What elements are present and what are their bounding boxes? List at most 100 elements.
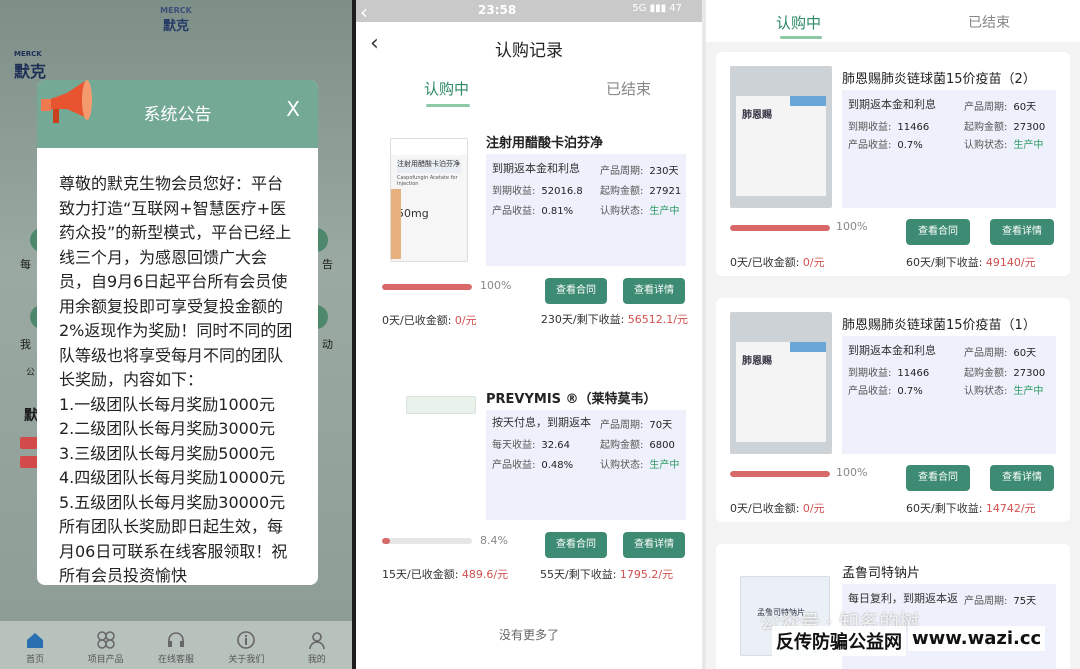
user-icon bbox=[308, 632, 325, 650]
stat-label: 60天/剩下收益: bbox=[906, 502, 983, 515]
tab-underline bbox=[780, 36, 822, 39]
info-value: 0.48% bbox=[541, 460, 574, 471]
tab-ended[interactable]: 已结束 bbox=[606, 78, 651, 99]
product-image: 注射用醋酸卡泊芬净 Caspofungin Acetate for Inject… bbox=[390, 138, 468, 262]
stat-value: 0/元 bbox=[802, 502, 825, 515]
product-card: 注射用醋酸卡泊芬净 Caspofungin Acetate for Inject… bbox=[356, 110, 702, 350]
received-stat: 0天/已收金额: 0/元 bbox=[730, 500, 825, 516]
view-detail-button[interactable]: 查看详情 bbox=[623, 532, 685, 558]
info-value: 11466 bbox=[897, 122, 930, 133]
info-label: 到期收益: bbox=[492, 186, 536, 197]
modal-title: 系统公告 bbox=[143, 105, 212, 125]
close-icon[interactable]: X bbox=[286, 97, 300, 121]
info-value: 0.7% bbox=[897, 140, 923, 151]
info-row1: 每天收益: 32.64 bbox=[492, 436, 570, 451]
info-r3: 认购状态: 生产中 bbox=[600, 202, 679, 217]
info-value: 27921 bbox=[649, 186, 682, 197]
grid-icon bbox=[96, 631, 115, 649]
brand-logo-left: MERCK 默克 bbox=[14, 50, 46, 82]
brand-sub: MERCK bbox=[160, 6, 192, 15]
info-r1: 产品周期: 230天 bbox=[600, 162, 678, 177]
stat-label: 230天/剩下收益: bbox=[540, 313, 625, 326]
payout-method: 到期返本金和利息 bbox=[848, 98, 936, 111]
red-tag bbox=[20, 456, 38, 468]
progress-fill bbox=[730, 471, 830, 477]
info-value: 27300 bbox=[1013, 122, 1046, 133]
stat-value: 1795.2/元 bbox=[619, 568, 674, 581]
side-label: 每 bbox=[20, 258, 31, 271]
view-contract-button[interactable]: 查看合同 bbox=[906, 465, 970, 491]
info-value: 52016.8 bbox=[541, 186, 583, 197]
info-value: 60天 bbox=[1013, 102, 1037, 113]
info-value: 11466 bbox=[897, 368, 930, 379]
modal-header: 系统公告 X bbox=[37, 80, 318, 148]
product-image: 肺恩赐 bbox=[730, 66, 832, 208]
tabs-bar: 认购中 已结束 bbox=[706, 0, 1080, 42]
info-label: 每天收益: bbox=[492, 440, 536, 451]
watermark-url: www.wazi.cc bbox=[908, 626, 1046, 651]
signal-icon: 5G ▮▮▮ 47 bbox=[632, 3, 682, 14]
received-stat: 0天/已收金额: 0/元 bbox=[730, 254, 825, 270]
tab-subscribing[interactable]: 认购中 bbox=[424, 78, 469, 99]
info-value: 0.81% bbox=[541, 206, 574, 217]
subscription-records-panel-2: 认购中 已结束 肺恩赐 肺恩赐肺炎链球菌15价疫苗（2） 到期返本金和利息 到期… bbox=[706, 0, 1080, 669]
info-value: 75天 bbox=[1013, 596, 1037, 607]
product-info-box: 到期返本金和利息 到期收益: 11466 产品收益: 0.7% 产品周期: 60天 起… bbox=[842, 90, 1056, 208]
back-chevron-icon[interactable]: ‹ bbox=[360, 0, 368, 24]
image-dose: 50mg bbox=[397, 207, 429, 220]
info-value: 32.64 bbox=[541, 440, 571, 451]
tab-support[interactable]: 在线客服 bbox=[146, 630, 206, 665]
view-contract-button[interactable]: 查看合同 bbox=[545, 532, 607, 558]
product-info-box: 按天付息，到期返本 每天收益: 32.64 产品收益: 0.48% 产品周期: 70天… bbox=[486, 410, 686, 520]
stat-value: 49140/元 bbox=[985, 256, 1036, 269]
side-label: 动 bbox=[322, 338, 333, 351]
tab-home[interactable]: 首页 bbox=[5, 630, 65, 665]
progress-bar bbox=[382, 284, 472, 290]
announcement-panel: MERCK 默克 MERCK 默克 每 我 公 默 告 动 系统公告 X 尊敬的… bbox=[0, 0, 352, 669]
info-label: 产品周期: bbox=[964, 348, 1008, 359]
view-detail-button[interactable]: 查看详情 bbox=[623, 278, 685, 304]
tab-label: 在线客服 bbox=[157, 655, 194, 665]
tab-label: 首页 bbox=[26, 655, 45, 665]
product-name: 肺恩赐肺炎链球菌15价疫苗（1） bbox=[842, 318, 1036, 333]
tab-subscribing[interactable]: 认购中 bbox=[776, 12, 821, 33]
view-detail-button[interactable]: 查看详情 bbox=[990, 219, 1054, 245]
stat-label: 0天/已收金额: bbox=[382, 314, 452, 327]
tab-mine[interactable]: 我的 bbox=[287, 630, 347, 665]
tab-products[interactable]: 项目产品 bbox=[76, 630, 136, 665]
payout-method: 每日复利，到期返本返 bbox=[848, 592, 958, 605]
product-info-box: 到期返本金和利息 到期收益: 52016.8 产品收益: 0.81% 产品周期: 23… bbox=[486, 154, 686, 266]
product-name: 孟鲁司特钠片 bbox=[842, 566, 921, 581]
info-r3: 认购状态: 生产中 bbox=[964, 136, 1043, 151]
view-detail-button[interactable]: 查看详情 bbox=[990, 465, 1054, 491]
view-contract-button[interactable]: 查看合同 bbox=[906, 219, 970, 245]
announcement-line: 3.三级团队长每月奖励5000元 bbox=[59, 443, 275, 463]
progress-percent: 100% bbox=[836, 220, 868, 233]
tab-about[interactable]: 关于我们 bbox=[216, 630, 276, 665]
progress-bar bbox=[730, 225, 830, 231]
stat-value: 0/元 bbox=[802, 256, 825, 269]
received-stat: 15天/已收金额: 489.6/元 bbox=[382, 566, 508, 582]
home-icon bbox=[27, 633, 44, 648]
screenshot-collage: MERCK 默克 MERCK 默克 每 我 公 默 告 动 系统公告 X 尊敬的… bbox=[0, 0, 1080, 669]
status-time: 23:58 bbox=[478, 3, 517, 17]
view-contract-button[interactable]: 查看合同 bbox=[545, 278, 607, 304]
info-label: 认购状态: bbox=[600, 460, 644, 471]
product-card: PREVYMIS ®（莱特莫韦） 按天付息，到期返本 每天收益: 32.64 产品… bbox=[356, 370, 702, 590]
info-value: 70天 bbox=[649, 420, 673, 431]
system-announcement-modal: 系统公告 X 尊敬的默克生物会员您好：平台致力打造“互联网+智慧医疗+医药众投”… bbox=[37, 80, 318, 585]
info-label: 认购状态: bbox=[964, 386, 1008, 397]
image-caption: 注射用醋酸卡泊芬净 bbox=[397, 159, 461, 173]
remaining-stat: 60天/剩下收益: 49140/元 bbox=[906, 254, 1036, 270]
info-label: 起购金额: bbox=[964, 368, 1008, 379]
info-label: 产品周期: bbox=[964, 102, 1008, 113]
headset-icon bbox=[167, 632, 184, 647]
status-badge: 生产中 bbox=[649, 206, 680, 217]
brand-left-sub: MERCK bbox=[14, 50, 42, 58]
product-name: 肺恩赐肺炎链球菌15价疫苗（2） bbox=[842, 72, 1036, 87]
watermark-site: 反传防骗公益网 bbox=[772, 626, 906, 656]
tab-label: 关于我们 bbox=[228, 655, 265, 665]
status-badge: 生产中 bbox=[1013, 386, 1044, 397]
tab-ended[interactable]: 已结束 bbox=[968, 12, 1010, 32]
product-info-box: 到期返本金和利息 到期收益: 11466 产品收益: 0.7% 产品周期: 60天 起… bbox=[842, 336, 1056, 454]
